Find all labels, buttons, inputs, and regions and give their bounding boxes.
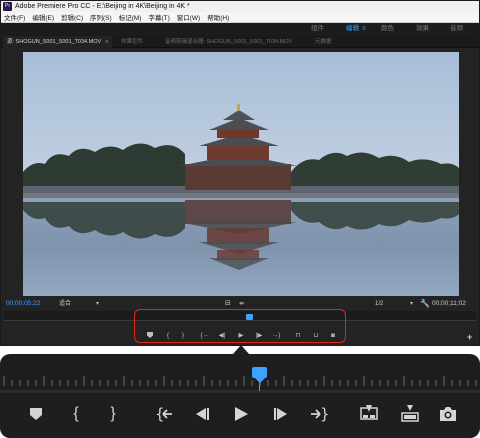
overwrite-icon (401, 405, 419, 422)
safe-margins-icon[interactable]: ⊟ (225, 299, 231, 309)
zoom-fit-value: 适合 (59, 301, 72, 307)
tab-audio-clip-mixer[interactable]: 音频剪辑混合器: SHOGUN_S001_S001_T034.MOV (161, 36, 296, 48)
workspace-tab-effects[interactable]: 效果 (416, 23, 429, 35)
playback-resolution-select[interactable]: 1/2 ▾ (375, 299, 413, 309)
insert-icon (360, 405, 378, 420)
button-editor-plus-icon[interactable]: + (467, 332, 472, 342)
source-monitor-video (23, 52, 459, 296)
step-back-icon (196, 408, 209, 420)
menu-clip[interactable]: 剪辑(C) (61, 12, 83, 22)
panel-menu-icon[interactable]: ≡ (105, 39, 108, 45)
title-bar: Pr Adobe Premiere Pro CC - E:\Beijing in… (1, 1, 479, 12)
menu-title[interactable]: 字幕(T) (148, 12, 169, 22)
menu-marker[interactable]: 标记(M) (119, 12, 142, 22)
zoomed-playhead-line (259, 378, 260, 391)
workspace-tab-color[interactable]: 颜色 (381, 23, 394, 35)
workspace-tab-editing-label: 编辑 (346, 25, 359, 32)
premiere-app-icon: Pr (3, 2, 12, 11)
step-back-button-large[interactable] (190, 400, 214, 428)
chevron-down-icon: ▾ (95, 301, 99, 307)
workspace-menu-icon[interactable]: ≡ (362, 26, 366, 32)
workspace-bar: 组件 编辑 ≡ 颜色 效果 音频 (1, 23, 479, 35)
tab-source[interactable]: 源: SHOGUN_S001_S001_T034.MOV ≡ (3, 36, 113, 48)
workspace-tab-audio[interactable]: 音频 (450, 23, 463, 35)
go-to-out-button-large[interactable]: } (307, 400, 331, 428)
svg-text:}: } (320, 406, 328, 422)
play-button-large[interactable] (229, 400, 253, 428)
playhead-timecode[interactable]: 00;00;05;22 (6, 298, 40, 310)
step-forward-button-large[interactable] (269, 400, 293, 428)
video-frame-image (23, 52, 459, 296)
insert-button-large[interactable] (357, 400, 381, 428)
chevron-down-icon: ▾ (409, 301, 413, 307)
export-frame-button-large[interactable] (436, 400, 460, 428)
window-title: Adobe Premiere Pro CC - E:\Beijing in 4K… (15, 3, 190, 10)
tab-effect-controls[interactable]: 效果控件 (117, 36, 147, 48)
play-icon (235, 407, 248, 421)
marker-icon (30, 408, 42, 420)
panel-tabs: 源: SHOGUN_S001_S001_T034.MOV ≡ 效果控件 音频剪辑混… (1, 35, 479, 48)
zoom-fit-select[interactable]: 适合 ▾ (59, 299, 99, 309)
go-to-out-icon: } (311, 406, 328, 422)
premiere-window: Pr Adobe Premiere Pro CC - E:\Beijing in… (0, 0, 480, 346)
overwrite-button-large[interactable] (398, 400, 422, 428)
tab-source-label: 源: SHOGUN_S001_S001_T034.MOV (7, 39, 102, 45)
drag-video-icon[interactable]: ⇹ (239, 299, 244, 309)
menu-sequence[interactable]: 序列(S) (90, 12, 112, 22)
zoomed-playhead-tip (255, 378, 265, 383)
zoomed-zoom-scrollbar[interactable] (0, 390, 480, 393)
workspace-tab-assembly[interactable]: 组件 (311, 23, 324, 35)
callout-pointer (233, 345, 249, 354)
menu-bar: 文件(F) 编辑(E) 剪辑(C) 序列(S) 标记(M) 字幕(T) 窗口(W… (1, 12, 479, 23)
go-to-in-icon: { (155, 406, 172, 422)
step-forward-icon (274, 408, 287, 420)
go-to-in-button-large[interactable]: { (152, 400, 176, 428)
playback-resolution-value: 1/2 (375, 301, 384, 307)
mark-out-button-large[interactable]: } (101, 400, 125, 428)
highlight-callout-box (134, 309, 346, 343)
menu-edit[interactable]: 编辑(E) (32, 12, 54, 22)
menu-window[interactable]: 窗口(W) (177, 12, 200, 22)
mark-in-button-large[interactable]: { (64, 400, 88, 428)
menu-file[interactable]: 文件(F) (4, 12, 25, 22)
tab-metadata[interactable]: 元数据 (311, 36, 336, 48)
zoomed-time-ruler[interactable] (0, 366, 480, 390)
add-marker-button-large[interactable] (24, 400, 48, 428)
camera-icon (440, 407, 456, 421)
zoomed-playhead[interactable] (252, 367, 267, 378)
workspace-tab-editing[interactable]: 编辑 ≡ (346, 23, 366, 35)
duration-timecode: 00;00;11;02 (432, 300, 466, 307)
menu-help[interactable]: 帮助(H) (207, 12, 229, 22)
settings-wrench-icon[interactable]: 🔧 (420, 298, 430, 310)
